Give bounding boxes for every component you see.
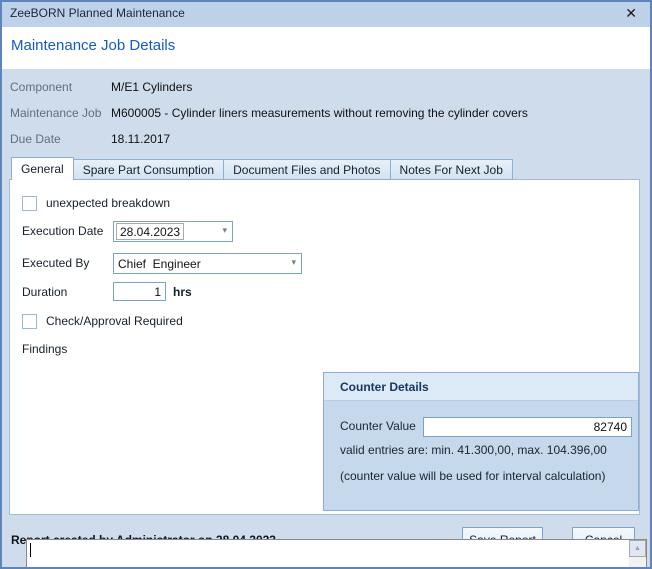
window-title: ZeeBORN Planned Maintenance xyxy=(10,0,185,27)
scroll-up-icon[interactable]: ▲ xyxy=(629,540,646,557)
job-info-section: Component M/E1 Cylinders Maintenance Job… xyxy=(0,69,652,157)
tab-notes-for-next-job[interactable]: Notes For Next Job xyxy=(390,159,513,180)
title-bar[interactable]: ZeeBORN Planned Maintenance ✕ xyxy=(0,0,652,27)
chevron-down-icon[interactable]: ▾ xyxy=(291,257,296,268)
duration-label: Duration xyxy=(22,285,67,301)
duration-unit-label: hrs xyxy=(173,285,192,301)
chevron-down-icon[interactable]: ▾ xyxy=(222,225,227,236)
findings-textarea[interactable] xyxy=(27,540,629,569)
counter-details-panel: Counter Details Counter Value valid entr… xyxy=(323,372,639,511)
maintenance-job-value: M600005 - Cylinder liners measurements w… xyxy=(111,106,528,120)
unexpected-breakdown-checkbox[interactable] xyxy=(22,196,37,211)
execution-date-picker[interactable]: 28.04.2023 ▾ xyxy=(113,221,233,242)
tab-spare-part-consumption[interactable]: Spare Part Consumption xyxy=(74,159,223,180)
tab-general[interactable]: General xyxy=(11,157,74,180)
executed-by-value[interactable]: Chief Engineer xyxy=(118,256,201,272)
counter-details-title: Counter Details xyxy=(340,373,429,401)
tab-document-files-and-photos[interactable]: Document Files and Photos xyxy=(223,159,389,180)
unexpected-breakdown-label[interactable]: unexpected breakdown xyxy=(46,196,170,212)
executed-by-dropdown[interactable]: Chief Engineer ▾ xyxy=(113,253,302,274)
info-row-due-date: Due Date 18.11.2017 xyxy=(0,132,652,148)
maintenance-job-dialog: ZeeBORN Planned Maintenance ✕ Maintenanc… xyxy=(0,0,652,569)
execution-date-value[interactable]: 28.04.2023 xyxy=(116,223,184,240)
info-row-component: Component M/E1 Cylinders xyxy=(0,80,652,96)
findings-label: Findings xyxy=(22,342,67,358)
duration-input[interactable] xyxy=(113,282,166,301)
tab-panel-general: unexpected breakdown Execution Date 28.0… xyxy=(9,179,640,515)
findings-field: ▲ ▼ xyxy=(26,539,647,569)
counter-valid-entries-text: valid entries are: min. 41.300,00, max. … xyxy=(340,443,607,459)
check-approval-label[interactable]: Check/Approval Required xyxy=(46,314,183,330)
counter-value-label: Counter Value xyxy=(340,419,416,435)
page-title: Maintenance Job Details xyxy=(11,37,175,54)
text-cursor xyxy=(30,543,31,557)
execution-date-label: Execution Date xyxy=(22,224,103,240)
counter-value-input[interactable] xyxy=(423,417,632,437)
info-row-maintenance-job: Maintenance Job M600005 - Cylinder liner… xyxy=(0,106,652,122)
counter-usage-note: (counter value will be used for interval… xyxy=(340,469,605,485)
due-date-value: 18.11.2017 xyxy=(111,132,170,146)
component-label: Component xyxy=(10,80,72,94)
tab-bar: General Spare Part Consumption Document … xyxy=(11,157,513,180)
counter-details-header: Counter Details xyxy=(324,373,638,401)
maintenance-job-label: Maintenance Job xyxy=(10,106,101,120)
executed-by-label: Executed By xyxy=(22,256,89,272)
page-header: Maintenance Job Details xyxy=(0,27,652,69)
due-date-label: Due Date xyxy=(10,132,61,146)
close-icon[interactable]: ✕ xyxy=(625,0,637,26)
vertical-scrollbar[interactable]: ▲ ▼ xyxy=(629,540,646,569)
component-value: M/E1 Cylinders xyxy=(111,80,192,94)
check-approval-checkbox[interactable] xyxy=(22,314,37,329)
